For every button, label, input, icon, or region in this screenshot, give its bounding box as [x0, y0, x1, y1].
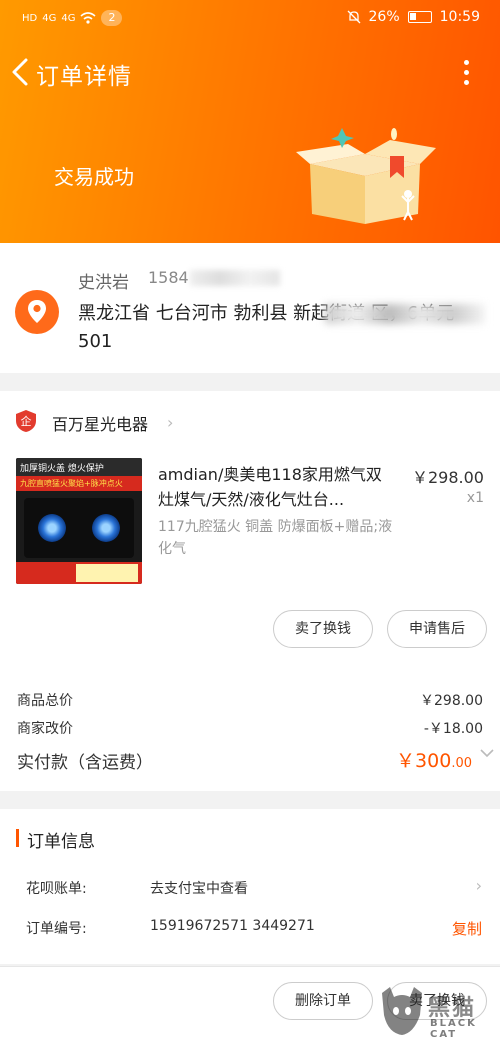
- product-title[interactable]: amdian/奥美电118家用燃气双灶煤气/天然/液化气灶台...: [158, 462, 394, 512]
- huabei-chevron-right-icon[interactable]: ›: [476, 876, 482, 895]
- adjust-row: 商家改价 -￥18.00: [17, 718, 483, 738]
- redaction-blur: [325, 304, 485, 324]
- product-price: ￥298.00: [412, 468, 484, 487]
- signal-1-label: 4G: [42, 12, 57, 24]
- back-arrow-icon[interactable]: [8, 54, 34, 90]
- signal-2-label: 4G: [61, 12, 76, 24]
- recipient-name: 史洪岩: [78, 273, 129, 293]
- copy-button[interactable]: 复制: [452, 918, 482, 939]
- product-quantity: x1: [466, 490, 484, 506]
- paid-amount: ￥300.00: [396, 746, 472, 773]
- shop-name[interactable]: 百万星光电器: [52, 411, 148, 435]
- thumb-text-1: 加厚铜火盖 熄火保护: [16, 458, 142, 476]
- header-banner: HD 4G 4G 2 26% 10:59 订单详情 交易成功: [0, 0, 500, 243]
- paid-label: 实付款（含运费）: [17, 753, 153, 773]
- watermark-subtext: BLACK CAT: [430, 1018, 477, 1037]
- chevron-down-icon[interactable]: [478, 744, 496, 762]
- burner-flame: [92, 514, 120, 542]
- adjust-value: -￥18.00: [423, 721, 483, 737]
- adjust-label: 商家改价: [17, 721, 73, 737]
- thumb-footer-tag: [76, 564, 138, 582]
- huabei-label: 花呗账单:: [26, 881, 87, 897]
- battery-percent: 26%: [368, 9, 400, 25]
- paid-currency: ￥: [396, 750, 416, 772]
- wifi-icon: [80, 12, 97, 24]
- product-thumbnail[interactable]: 加厚铜火盖 熄火保护 九腔直喷猛火聚焰+脉冲点火: [16, 458, 142, 584]
- svg-text:企: 企: [21, 414, 32, 428]
- thumb-text-2: 九腔直喷猛火聚焰+脉冲点火: [16, 476, 142, 491]
- recipient-phone: 1584: [148, 268, 189, 287]
- network-label: HD: [22, 12, 38, 24]
- clock: 10:59: [439, 9, 480, 25]
- huabei-value[interactable]: 去支付宝中查看: [150, 878, 248, 898]
- section-accent-bar: [16, 829, 19, 847]
- more-options-icon[interactable]: [456, 58, 476, 88]
- order-status-text: 交易成功: [54, 165, 134, 189]
- shop-logo-icon: 企: [16, 410, 36, 432]
- status-bar: HD 4G 4G 2 26% 10:59: [0, 0, 500, 36]
- nav-bar: 订单详情: [0, 50, 500, 94]
- shop-chevron-right-icon[interactable]: ›: [167, 413, 173, 432]
- total-value: ￥298.00: [420, 693, 483, 709]
- location-pin-icon: [15, 290, 59, 334]
- after-sale-button[interactable]: 申请售后: [387, 610, 487, 648]
- open-box-illustration: [296, 128, 436, 224]
- order-number-value: 15919672571 3449271: [150, 918, 315, 934]
- burner-flame: [38, 514, 66, 542]
- order-info-title: 订单信息: [27, 832, 95, 852]
- total-label: 商品总价: [17, 693, 73, 709]
- total-row: 商品总价 ￥298.00: [17, 690, 483, 710]
- page-title: 订单详情: [36, 64, 132, 90]
- mute-icon: [347, 10, 360, 24]
- battery-icon: [407, 11, 432, 23]
- notification-count: 2: [101, 10, 123, 26]
- paid-integer: 300: [415, 750, 452, 772]
- delete-order-button[interactable]: 删除订单: [273, 982, 373, 1020]
- product-sku: 117九腔猛火 铜盖 防爆面板+赠品;液化气: [158, 519, 393, 557]
- sell-button[interactable]: 卖了换钱: [273, 610, 373, 648]
- order-number-label: 订单编号:: [26, 921, 87, 937]
- paid-decimal: .00: [451, 756, 472, 771]
- redaction-blur: [190, 270, 280, 286]
